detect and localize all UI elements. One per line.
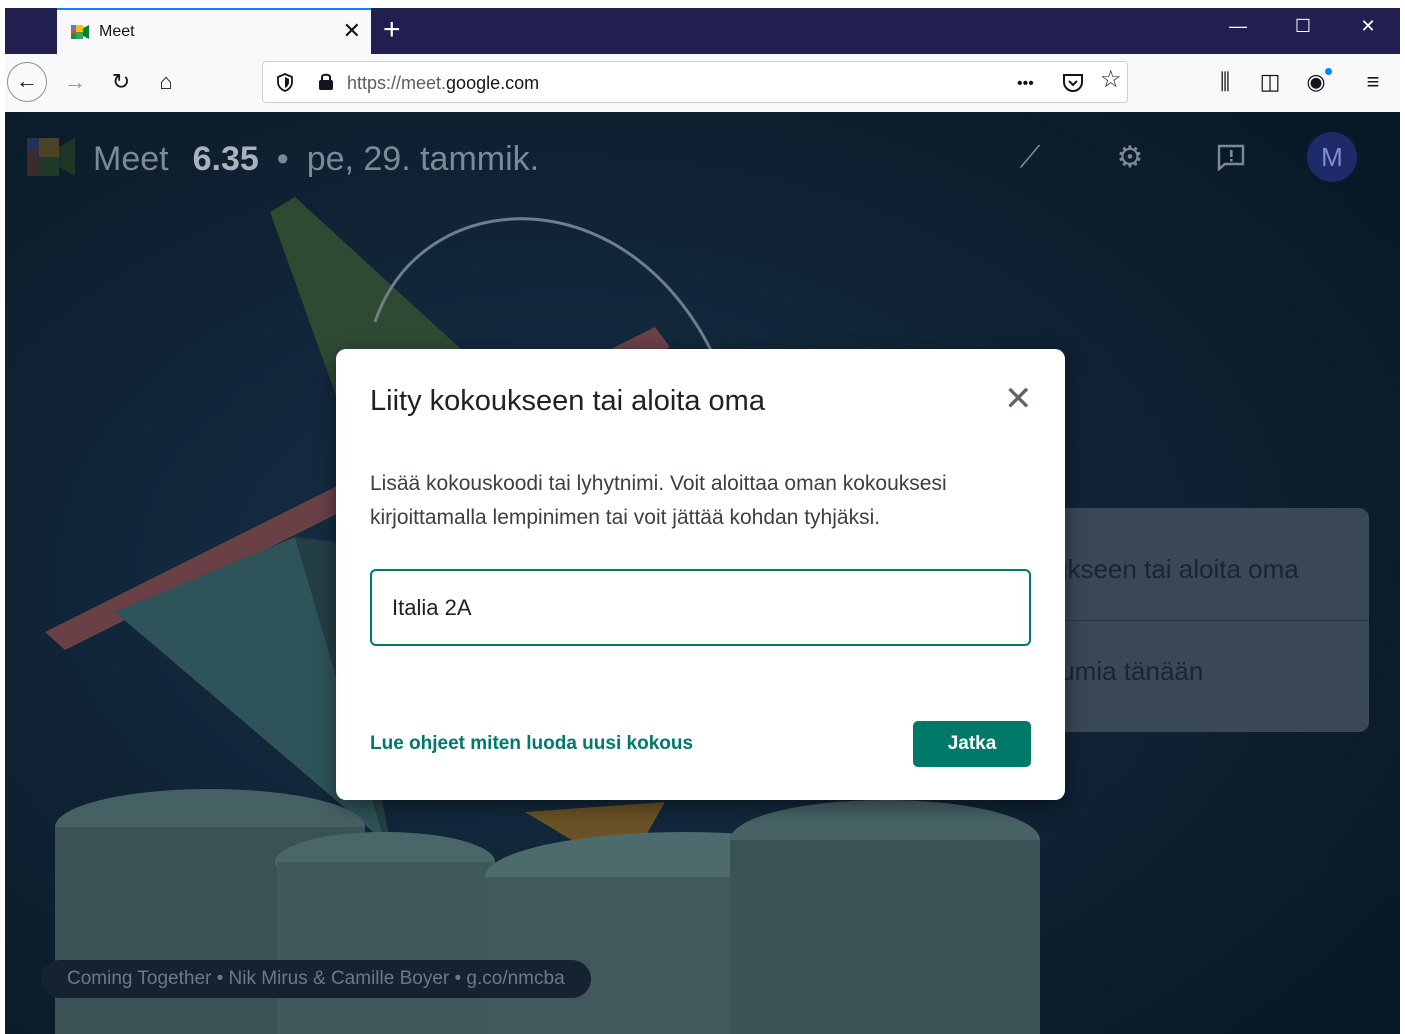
menu-icon[interactable]: ≡ — [1358, 69, 1388, 95]
meetings-today-text: tumia tänään — [1053, 656, 1204, 686]
tab-close-icon[interactable]: ✕ — [343, 19, 361, 43]
back-button[interactable]: ← — [7, 62, 47, 102]
activity-icon[interactable]: ⟋ — [1010, 142, 1050, 174]
url-text[interactable]: https://meet.google.com — [347, 73, 539, 94]
bookmark-star-icon[interactable]: ☆ — [1100, 68, 1122, 92]
close-window-button[interactable]: ✕ — [1353, 16, 1383, 37]
meeting-code-input[interactable] — [370, 569, 1031, 646]
feedback-icon[interactable] — [1216, 143, 1246, 171]
artwork-credit[interactable]: Coming Together • Nik Mirus & Camille Bo… — [41, 960, 591, 998]
join-options-card: ukseen tai aloita oma tumia tänään — [1035, 508, 1369, 732]
join-option-text: ukseen tai aloita oma — [1053, 554, 1299, 584]
lock-icon[interactable] — [318, 72, 334, 91]
account-notification-dot — [1325, 68, 1332, 75]
tab-title: Meet — [99, 23, 135, 40]
forward-button[interactable]: → — [60, 69, 90, 95]
page-actions-icon[interactable]: ••• — [1017, 72, 1034, 96]
join-meeting-dialog: Liity kokoukseen tai aloita oma ✕ Lisää … — [336, 349, 1065, 800]
tracking-shield-icon[interactable] — [277, 73, 293, 92]
help-link[interactable]: Lue ohjeet miten luoda uusi kokous — [370, 733, 693, 755]
tab-bar: Meet ✕ + — ☐ ✕ — [5, 8, 1400, 54]
current-date: pe, 29. tammik. — [306, 140, 540, 178]
home-button[interactable]: ⌂ — [151, 69, 181, 95]
sidebar-icon[interactable]: ◫ — [1255, 69, 1285, 95]
settings-icon[interactable]: ⚙ — [1110, 142, 1150, 174]
nav-toolbar: ← → ↻ ⌂ https://meet.google.com ••• ☆ ⫼ … — [5, 54, 1400, 113]
continue-button[interactable]: Jatka — [913, 721, 1031, 767]
close-icon[interactable]: ✕ — [1004, 381, 1033, 417]
card-divider — [1035, 620, 1369, 621]
avatar[interactable]: M — [1307, 132, 1357, 182]
dialog-title: Liity kokoukseen tai aloita oma — [370, 385, 765, 417]
tab-meet[interactable]: Meet ✕ — [57, 8, 371, 54]
meet-favicon-icon — [71, 25, 89, 39]
reload-button[interactable]: ↻ — [106, 69, 136, 95]
url-bar[interactable]: https://meet.google.com ••• ☆ — [262, 61, 1128, 103]
current-time: 6.35 — [192, 140, 259, 178]
pocket-icon[interactable] — [1062, 73, 1084, 93]
library-icon[interactable]: ⫼ — [1210, 69, 1240, 95]
app-name: Meet — [93, 140, 169, 178]
new-tab-button[interactable]: + — [383, 13, 401, 47]
meet-logo-icon — [27, 138, 75, 176]
minimize-button[interactable]: — — [1223, 16, 1253, 37]
maximize-button[interactable]: ☐ — [1288, 16, 1318, 37]
header-separator: • — [276, 140, 289, 178]
dialog-description: Lisää kokouskoodi tai lyhytnimi. Voit al… — [370, 472, 947, 529]
meet-header: Meet 6.35 • pe, 29. tammik. — [93, 140, 539, 179]
